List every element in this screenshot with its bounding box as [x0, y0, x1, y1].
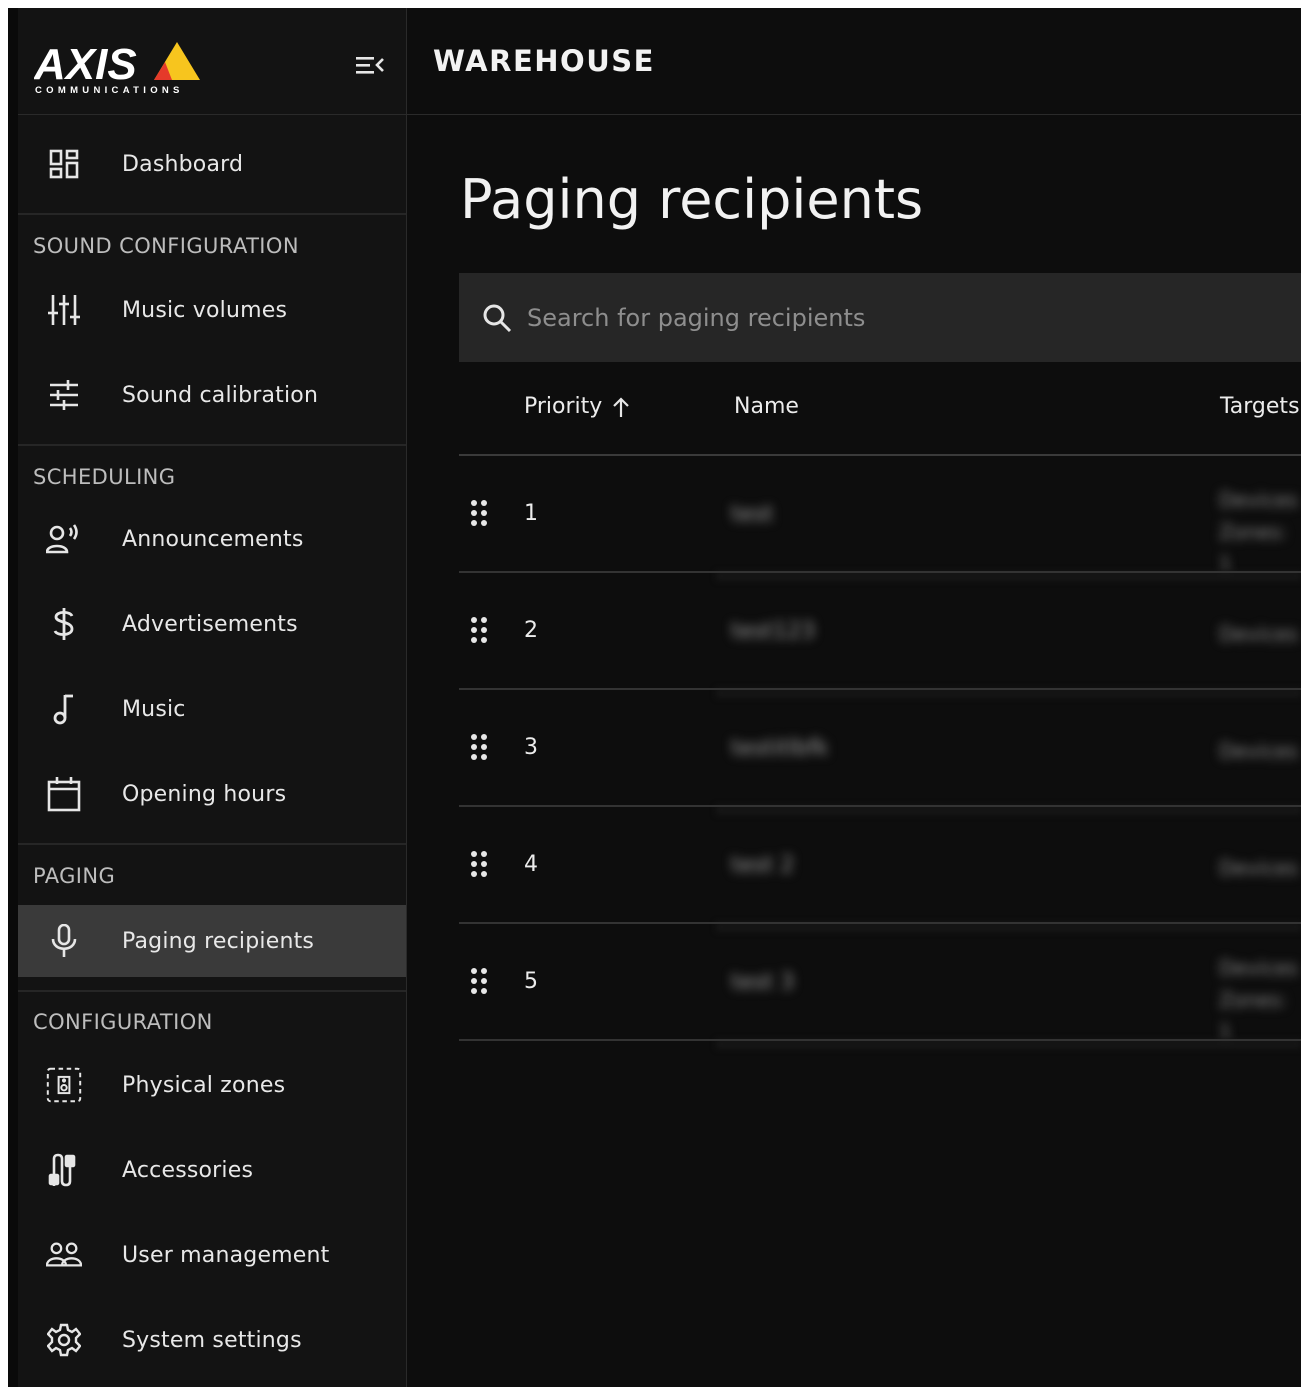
search-icon: [483, 304, 512, 332]
row-priority: 4: [524, 852, 538, 877]
row-targets: Devices: [1219, 852, 1298, 884]
announcement-icon: [46, 521, 82, 557]
row-name: test 3: [731, 970, 795, 995]
nav-label: Accessories: [122, 1157, 254, 1183]
nav-label: Advertisements: [122, 611, 298, 637]
site-name: WAREHOUSE: [433, 44, 655, 78]
row-target: Devices: [1219, 956, 1298, 980]
nav-label: Physical zones: [122, 1072, 286, 1098]
row-target: Devices: [1219, 739, 1298, 763]
drag-handle-icon[interactable]: [469, 498, 491, 528]
table-row[interactable]: 5 test 3 Devices Zones: 1: [459, 924, 1301, 1049]
nav-item-paging-recipients[interactable]: Paging recipients: [18, 905, 406, 977]
nav-item-announcements[interactable]: Announcements: [18, 503, 406, 575]
sliders-vertical-icon: [46, 292, 82, 328]
top-bar: WAREHOUSE: [407, 8, 1301, 115]
column-header-targets[interactable]: Targets: [1220, 394, 1300, 419]
row-name: test: [731, 502, 774, 527]
nav-item-opening-hours[interactable]: Opening hours: [18, 758, 406, 830]
row-targets: Devices: [1219, 735, 1298, 767]
tune-icon: [46, 377, 82, 413]
microphone-icon: [46, 923, 82, 959]
menu-collapse-icon: [356, 57, 384, 74]
search-placeholder: Search for paging recipients: [527, 303, 866, 332]
nav-item-dashboard[interactable]: Dashboard: [18, 128, 406, 200]
section-title-sound-configuration: SOUND CONFIGURATION: [33, 234, 299, 258]
nav-item-system-settings[interactable]: System settings: [18, 1304, 406, 1376]
section-title-scheduling: SCHEDULING: [33, 465, 176, 489]
table-row[interactable]: 3 testitlbfk Devices: [459, 690, 1301, 815]
nav-label: Dashboard: [122, 151, 244, 177]
nav-item-music[interactable]: Music: [18, 673, 406, 745]
nav-label: Music volumes: [122, 297, 288, 323]
users-icon: [46, 1237, 82, 1273]
row-name: test123: [731, 619, 816, 644]
sort-ascending-icon: [613, 396, 630, 417]
dollar-icon: [46, 606, 82, 642]
dashboard-icon: [46, 146, 82, 182]
section-title-paging: PAGING: [33, 864, 116, 888]
drag-handle-icon[interactable]: [469, 615, 491, 645]
row-priority: 3: [524, 735, 538, 760]
accessories-icon: [46, 1152, 82, 1188]
row-target: Devices: [1219, 488, 1298, 512]
nav-item-advertisements[interactable]: Advertisements: [18, 588, 406, 660]
page-title: Paging recipients: [460, 168, 924, 231]
drag-handle-icon[interactable]: [469, 849, 491, 879]
calendar-icon: [46, 776, 82, 812]
row-priority: 2: [524, 618, 538, 643]
speaker-zone-icon: [46, 1067, 82, 1103]
row-name: testitlbfk: [731, 736, 829, 761]
table-row[interactable]: 4 test 2 Devices: [459, 807, 1301, 932]
nav-item-accessories[interactable]: Accessories: [18, 1134, 406, 1206]
nav-item-sound-calibration[interactable]: Sound calibration: [18, 359, 406, 431]
section-title-configuration: CONFIGURATION: [33, 1010, 213, 1034]
nav-label: Sound calibration: [122, 382, 319, 408]
sidebar: AXIS COMMUNICATIONS Dashboard SOUND CONF…: [8, 8, 407, 1387]
axis-logo: AXIS COMMUNICATIONS: [34, 40, 200, 96]
row-target: Devices: [1219, 622, 1298, 646]
svg-text:COMMUNICATIONS: COMMUNICATIONS: [35, 85, 184, 96]
table-row[interactable]: 1 test Devices Zones: 1: [459, 456, 1301, 581]
row-priority: 1: [524, 501, 538, 526]
app-window: AXIS COMMUNICATIONS Dashboard SOUND CONF…: [8, 8, 1301, 1387]
nav-item-user-management[interactable]: User management: [18, 1219, 406, 1291]
row-targets: Devices: [1219, 618, 1298, 650]
row-target: Devices: [1219, 856, 1298, 880]
search-input[interactable]: Search for paging recipients: [459, 273, 1301, 362]
row-targets: Devices Zones: 1: [1219, 952, 1301, 1048]
nav-label: Announcements: [122, 526, 304, 552]
svg-text:AXIS: AXIS: [34, 40, 137, 89]
column-header-name[interactable]: Name: [734, 394, 799, 419]
row-name: test 2: [731, 853, 795, 878]
music-note-icon: [46, 691, 82, 727]
table-row[interactable]: 2 test123 Devices: [459, 573, 1301, 698]
nav-label: System settings: [122, 1327, 302, 1353]
logo-area: AXIS COMMUNICATIONS: [18, 8, 406, 115]
row-targets: Devices Zones: 1: [1219, 484, 1301, 580]
column-header-priority[interactable]: Priority: [524, 394, 630, 419]
nav-label: Paging recipients: [122, 928, 315, 954]
gear-icon: [46, 1322, 82, 1358]
nav-label: Music: [122, 696, 186, 722]
drag-handle-icon[interactable]: [469, 966, 491, 996]
row-priority: 5: [524, 969, 538, 994]
nav-label: Opening hours: [122, 781, 287, 807]
drag-handle-icon[interactable]: [469, 732, 491, 762]
nav-label: User management: [122, 1242, 330, 1268]
nav-item-physical-zones[interactable]: Physical zones: [18, 1049, 406, 1121]
collapse-menu-button[interactable]: [352, 48, 388, 82]
nav-item-music-volumes[interactable]: Music volumes: [18, 274, 406, 346]
